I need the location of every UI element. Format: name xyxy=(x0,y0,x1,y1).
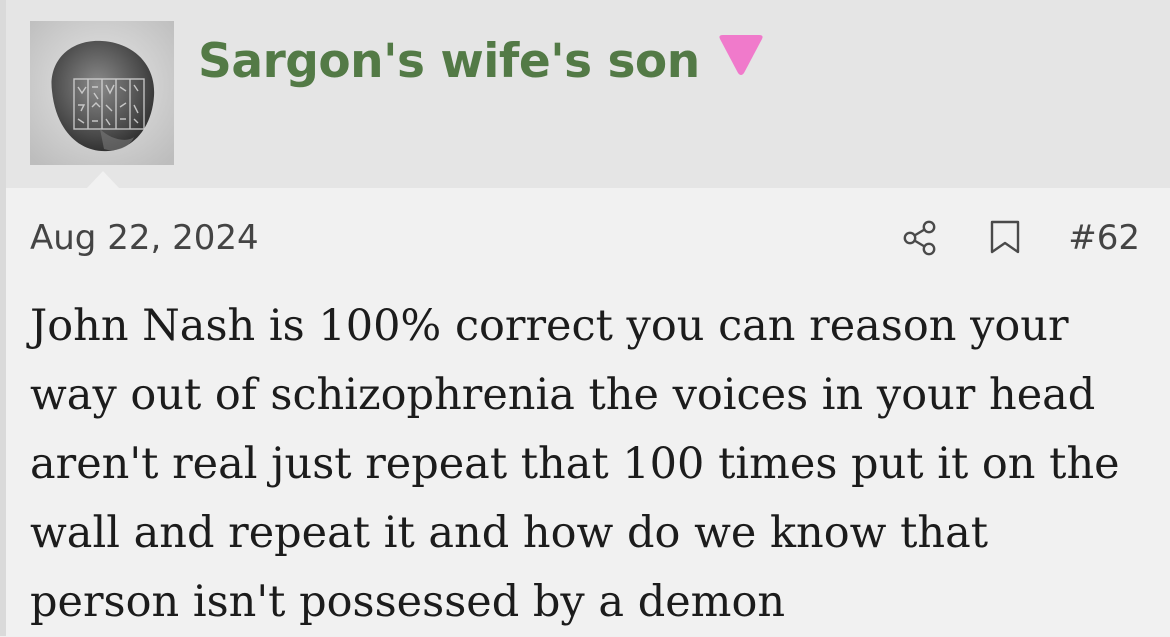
username-text[interactable]: Sargon's wife's son xyxy=(198,34,700,89)
share-icon[interactable] xyxy=(900,218,940,258)
post-number-link[interactable]: #62 xyxy=(1068,218,1140,258)
post-message: John Nash is 100% correct you can reason… xyxy=(30,301,1120,627)
avatar[interactable] xyxy=(30,21,174,165)
username-link[interactable]: Sargon's wife's son xyxy=(198,26,766,96)
avatar-pointer xyxy=(86,171,120,189)
forum-post: Sargon's wife's son Aug 22, 2024 #62 Joh… xyxy=(0,0,1170,636)
pink-triangle-icon xyxy=(716,33,766,89)
clay-tablet-avatar-image xyxy=(30,21,174,165)
bookmark-icon[interactable] xyxy=(988,218,1022,258)
post-date[interactable]: Aug 22, 2024 xyxy=(30,218,259,258)
post-meta: Aug 22, 2024 #62 xyxy=(30,212,1140,268)
